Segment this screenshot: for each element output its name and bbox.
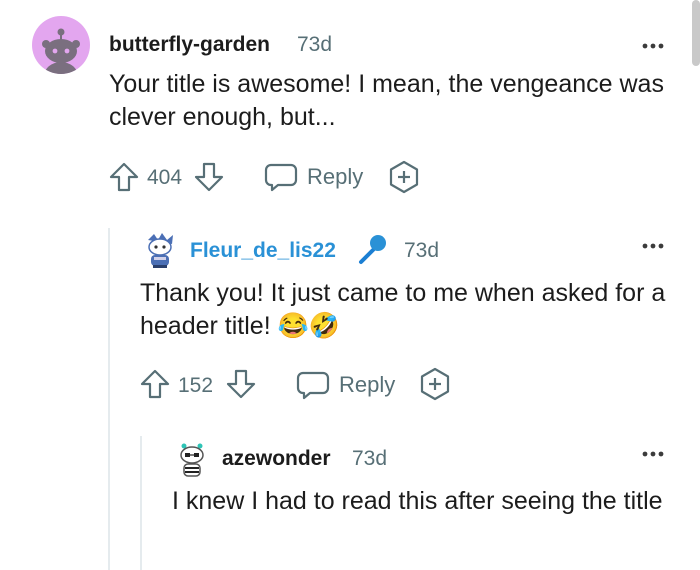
avatar[interactable] — [32, 16, 90, 74]
downvote-icon[interactable] — [194, 161, 224, 193]
upvote-icon[interactable] — [140, 368, 170, 400]
comment-body: I knew I had to read this after seeing t… — [172, 487, 663, 515]
downvote-icon[interactable] — [226, 368, 256, 400]
microphone-icon — [355, 232, 389, 266]
comment-body: Thank you! It just came to me when asked… — [140, 279, 666, 340]
snoo-avatar-icon — [42, 28, 80, 74]
more-options-icon[interactable] — [640, 36, 666, 56]
reply-button[interactable]: Reply — [264, 160, 374, 194]
vote-count: 152 — [178, 374, 214, 397]
comment-timestamp: 73d — [352, 447, 388, 470]
comment-username[interactable]: azewonder — [222, 446, 331, 472]
upvote-icon[interactable] — [109, 161, 139, 193]
reply-label: Reply — [307, 164, 364, 189]
more-options-icon[interactable] — [640, 444, 666, 464]
reply-label: Reply — [339, 372, 396, 397]
comment-timestamp: 73d — [404, 239, 440, 262]
vote-count: 404 — [147, 166, 183, 189]
award-icon[interactable] — [419, 367, 451, 401]
scrollbar-thumb[interactable] — [692, 0, 700, 66]
reply-bubble-icon — [264, 162, 298, 192]
comment-username[interactable]: Fleur_de_lis22 — [190, 238, 336, 264]
reply-button[interactable]: Reply — [296, 368, 406, 402]
award-icon[interactable] — [388, 160, 420, 194]
avatar[interactable] — [140, 230, 180, 270]
comment-timestamp: 73d — [297, 33, 333, 56]
reply-bubble-icon — [296, 370, 330, 400]
thread-line-level-1[interactable] — [108, 228, 110, 570]
thread-line-level-2[interactable] — [140, 436, 142, 570]
snoo-avatar-icon — [148, 233, 173, 268]
comment-username[interactable]: butterfly-garden — [109, 32, 270, 58]
avatar[interactable] — [172, 440, 212, 480]
comment-body: Your title is awesome! I mean, the venge… — [109, 70, 664, 131]
snoo-avatar-icon — [180, 443, 204, 477]
more-options-icon[interactable] — [640, 236, 666, 256]
